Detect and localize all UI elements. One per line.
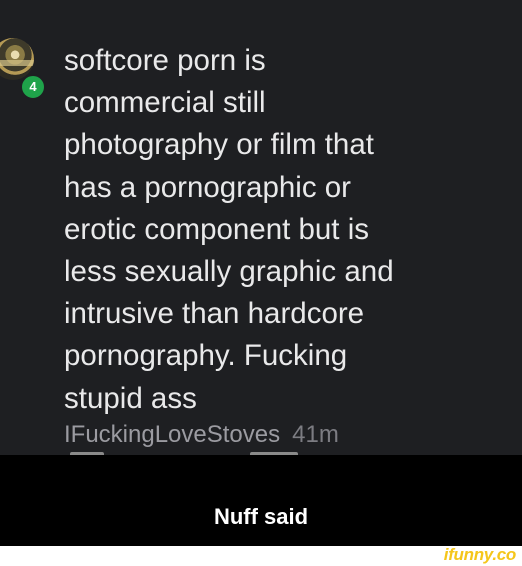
caption-text: Nuff said — [213, 504, 309, 529]
level-badge: 4 — [20, 74, 46, 100]
footer-bar: ifunny.co — [0, 546, 522, 566]
comment-meta: IFuckingLoveStoves 41m — [64, 420, 339, 450]
comment-timestamp: 41m — [292, 421, 339, 448]
comment-username[interactable]: IFuckingLoveStoves — [64, 421, 280, 448]
caption-bar: Nuff said — [0, 455, 522, 539]
avatar-stripe — [0, 60, 34, 66]
comment-card: 4 softcore porn is commercial still phot… — [0, 0, 522, 455]
ifunny-watermark: ifunny.co — [443, 545, 517, 564]
comment-text: softcore porn is commercial still photog… — [64, 44, 394, 415]
